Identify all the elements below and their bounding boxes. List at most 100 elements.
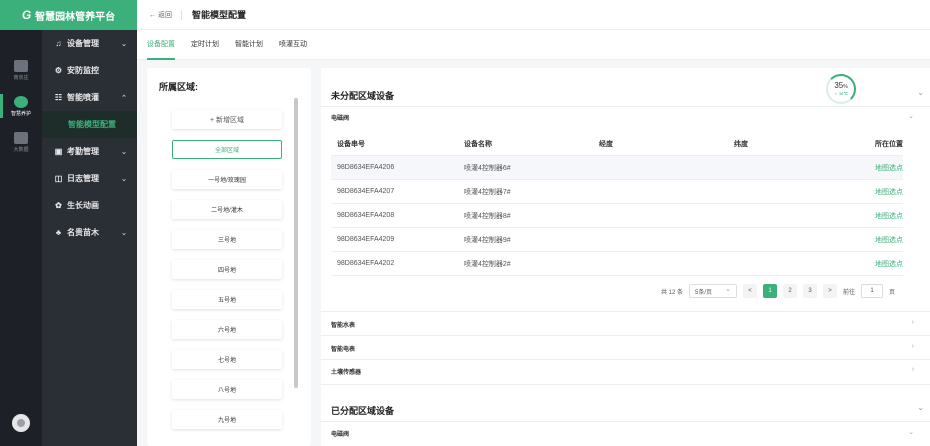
group-solenoid[interactable]: 电磁阀	[331, 113, 349, 122]
rail-item-bigdata[interactable]: 大数据	[0, 124, 42, 160]
menu-item-attendance[interactable]: ▣ 考勤管理 ⌄	[42, 138, 137, 165]
top-bar: ← 返回 智能模型配置	[137, 0, 930, 30]
region-panel: 所属区域: + 新增区域 全部区域 一号地/玫瑰园 二号地/灌木 三号地 四号地…	[147, 68, 311, 446]
tab-device-config[interactable]: 设备配置	[147, 30, 175, 60]
pagination: 共 12 条 5条/页 < 1 2 3 > 前往 1 页	[661, 284, 895, 298]
brand-logo-icon: G	[21, 8, 32, 22]
back-link[interactable]: ← 返回	[149, 9, 182, 20]
map-pick-link[interactable]: 地图选点	[869, 211, 903, 221]
table-row[interactable]: 98D8634EFA4206 喷灌4控制器6# 地图选点	[331, 156, 903, 180]
group-power-meter[interactable]: 智能电表	[331, 344, 355, 353]
rail-label: 大数据	[13, 146, 29, 153]
gauge-arc	[826, 74, 856, 104]
brand-bar: G 智慧园林管养平台	[0, 0, 137, 30]
table-row[interactable]: 98D8634EFA4209 喷灌4控制器9# 地图选点	[331, 228, 903, 252]
chevron-right-icon[interactable]: ›	[912, 366, 914, 373]
region-item[interactable]: 一号地/玫瑰园	[172, 170, 282, 189]
group-water-meter[interactable]: 智能水表	[331, 320, 355, 329]
building-icon	[14, 59, 28, 72]
table-row[interactable]: 98D8634EFA4207 喷灌4控制器7# 地图选点	[331, 180, 903, 204]
page-size-select[interactable]: 5条/页	[689, 284, 738, 298]
col-name: 设备名称	[464, 140, 492, 148]
tab-bar: 设备配置 定时计划 智能计划 喷灌互动	[137, 30, 930, 60]
rail-item-smart-care[interactable]: 智慧养护	[0, 88, 42, 124]
menu-item-model-config[interactable]: 智能模型配置	[42, 111, 137, 138]
map-pick-link[interactable]: 地图选点	[869, 163, 903, 173]
growth-icon: ✿	[55, 201, 62, 210]
rail-label: 南京庄	[13, 74, 29, 81]
menu-item-trees[interactable]: ♣ 名贵苗木 ⌄	[42, 219, 137, 246]
menu-item-irrigation[interactable]: ☷ 智能喷灌 ⌃	[42, 84, 137, 111]
bell-icon: ♫	[55, 39, 62, 48]
chevron-down-icon: ⌄	[121, 40, 127, 48]
page-button[interactable]: 2	[783, 284, 798, 298]
chevron-down-icon[interactable]: ⌄	[917, 403, 924, 412]
chevron-down-icon: ⌄	[121, 148, 127, 156]
chevron-right-icon[interactable]: ›	[912, 343, 914, 350]
rail-item-nanjing[interactable]: 南京庄	[0, 52, 42, 88]
add-region-button[interactable]: + 新增区域	[172, 110, 282, 129]
region-item[interactable]: 七号地	[172, 350, 282, 369]
region-scrollbar[interactable]	[294, 98, 298, 388]
region-item[interactable]: 八号地	[172, 380, 282, 399]
group-solenoid[interactable]: 电磁阀	[331, 429, 349, 438]
device-table: 设备串号 设备名称 经度 纬度 所在位置 98D8634EFA4206 喷灌4控…	[331, 132, 903, 276]
divider	[321, 384, 930, 385]
chevron-down-icon[interactable]: ⌄	[908, 112, 914, 120]
chevron-down-icon: ⌄	[121, 175, 127, 183]
chevron-right-icon[interactable]: ›	[912, 319, 914, 326]
region-item[interactable]: 五号地	[172, 290, 282, 309]
menu-item-security[interactable]: ⚙ 安防监控	[42, 57, 137, 84]
divider	[321, 106, 930, 107]
col-lat: 纬度	[734, 140, 748, 148]
monitor-icon: ⚙	[54, 66, 63, 75]
page-button[interactable]: 1	[763, 284, 778, 298]
map-pick-link[interactable]: 地图选点	[869, 235, 903, 245]
goto-page-input[interactable]: 1	[861, 284, 884, 298]
prev-page-button[interactable]: <	[743, 284, 758, 298]
menu-item-device[interactable]: ♫ 设备管理 ⌄	[42, 30, 137, 57]
region-item[interactable]: 六号地	[172, 320, 282, 339]
progress-gauge: 35% ☆ 38℃	[826, 74, 856, 104]
menu-label: 生长动画	[67, 201, 99, 210]
region-item[interactable]: 三号地	[172, 230, 282, 249]
region-title: 所属区域:	[159, 82, 198, 92]
cell-name: 喷灌4控制器6#	[464, 164, 511, 172]
chevron-down-icon[interactable]: ⌄	[908, 428, 914, 436]
menu-label: 名贵苗木	[67, 228, 99, 237]
menu-label: 智能喷灌	[67, 93, 99, 102]
region-item[interactable]: 九号地	[172, 410, 282, 429]
col-location: 所在位置	[875, 140, 903, 148]
tab-schedule[interactable]: 定时计划	[191, 30, 219, 60]
avatar[interactable]	[12, 414, 30, 432]
map-pick-link[interactable]: 地图选点	[869, 187, 903, 197]
region-item[interactable]: 四号地	[172, 260, 282, 279]
map-pick-link[interactable]: 地图选点	[869, 259, 903, 269]
sidebar: G 智慧园林管养平台 南京庄 智慧养护 大数据 ♫ 设备管理 ⌄ ⚙ 安防监控 ☷ 智能…	[0, 0, 137, 446]
menu-item-log[interactable]: ◫ 日志管理 ⌄	[42, 165, 137, 192]
menu-label: 智能模型配置	[68, 120, 116, 129]
next-page-button[interactable]: >	[823, 284, 838, 298]
menu-label: 安防监控	[67, 66, 99, 75]
region-item[interactable]: 全部区域	[172, 140, 282, 159]
leaf-icon	[14, 95, 28, 108]
assigned-title: 已分配区域设备	[331, 406, 395, 416]
table-row[interactable]: 98D8634EFA4202 喷灌4控制器2# 地图选点	[331, 252, 903, 276]
goto-label: 前往	[843, 289, 856, 296]
log-icon: ◫	[54, 174, 63, 183]
chevron-up-icon: ⌃	[121, 94, 127, 102]
group-soil-sensor[interactable]: 土壤传感器	[331, 367, 361, 376]
menu-label: 日志管理	[67, 174, 99, 183]
table-row[interactable]: 98D8634EFA4208 喷灌4控制器8# 地图选点	[331, 204, 903, 228]
page-unit: 页	[889, 289, 896, 296]
divider	[321, 421, 930, 422]
unassigned-title: 未分配区域设备	[331, 91, 395, 101]
side-menu: ♫ 设备管理 ⌄ ⚙ 安防监控 ☷ 智能喷灌 ⌃ 智能模型配置 ▣ 考勤管理 ⌄ ◫ 日志管理 ⌄…	[42, 30, 137, 246]
tab-smart-plan[interactable]: 智能计划	[235, 30, 263, 60]
chevron-down-icon[interactable]: ⌄	[917, 88, 924, 97]
icon-rail: 南京庄 智慧养护 大数据	[0, 30, 42, 446]
tab-interaction[interactable]: 喷灌互动	[279, 30, 307, 60]
region-item[interactable]: 二号地/灌木	[172, 200, 282, 219]
menu-item-growth[interactable]: ✿ 生长动画	[42, 192, 137, 219]
page-button[interactable]: 3	[803, 284, 818, 298]
